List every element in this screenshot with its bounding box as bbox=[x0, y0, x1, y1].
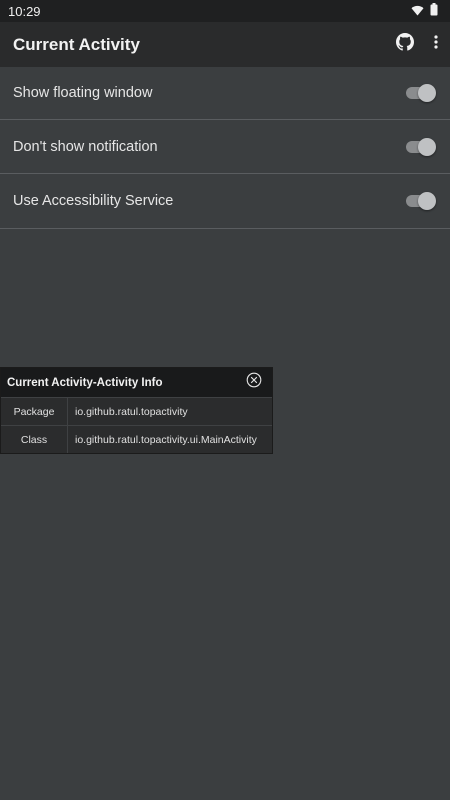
more-vert-icon[interactable] bbox=[434, 35, 438, 54]
info-panel-title: Current Activity-Activity Info bbox=[7, 376, 163, 389]
info-value: io.github.ratul.topactivity.ui.MainActiv… bbox=[75, 433, 257, 446]
setting-label: Don't show notification bbox=[13, 138, 158, 155]
info-value: io.github.ratul.topactivity bbox=[75, 405, 188, 418]
app-title: Current Activity bbox=[13, 34, 140, 54]
close-circle-icon[interactable] bbox=[246, 372, 262, 393]
app-actions bbox=[396, 33, 438, 56]
github-icon[interactable] bbox=[396, 33, 414, 56]
info-row-package: Package io.github.ratul.topactivity bbox=[1, 397, 272, 425]
info-row-class: Class io.github.ratul.topactivity.ui.Mai… bbox=[1, 425, 272, 453]
setting-label: Show floating window bbox=[13, 85, 153, 101]
setting-use-accessibility-service[interactable]: Use Accessibility Service bbox=[0, 174, 450, 229]
battery-icon bbox=[430, 3, 438, 19]
info-panel-header[interactable]: Current Activity-Activity Info bbox=[1, 368, 272, 397]
toggle-switch[interactable] bbox=[406, 137, 436, 157]
status-bar: 10:29 bbox=[0, 0, 450, 22]
setting-show-floating-window[interactable]: Show floating window bbox=[0, 67, 450, 120]
toggle-switch[interactable] bbox=[406, 83, 436, 103]
info-key: Package bbox=[1, 398, 68, 425]
app-bar: Current Activity bbox=[0, 22, 450, 67]
setting-dont-show-notification[interactable]: Don't show notification bbox=[0, 120, 450, 174]
activity-info-panel[interactable]: Current Activity-Activity Info Package i… bbox=[0, 367, 273, 454]
info-key: Class bbox=[1, 426, 68, 453]
wifi-icon bbox=[411, 4, 424, 19]
settings-list: Show floating window Don't show notifica… bbox=[0, 67, 450, 229]
status-icons bbox=[411, 3, 438, 19]
setting-label: Use Accessibility Service bbox=[13, 193, 174, 209]
toggle-switch[interactable] bbox=[406, 191, 436, 211]
status-time: 10:29 bbox=[8, 3, 41, 19]
